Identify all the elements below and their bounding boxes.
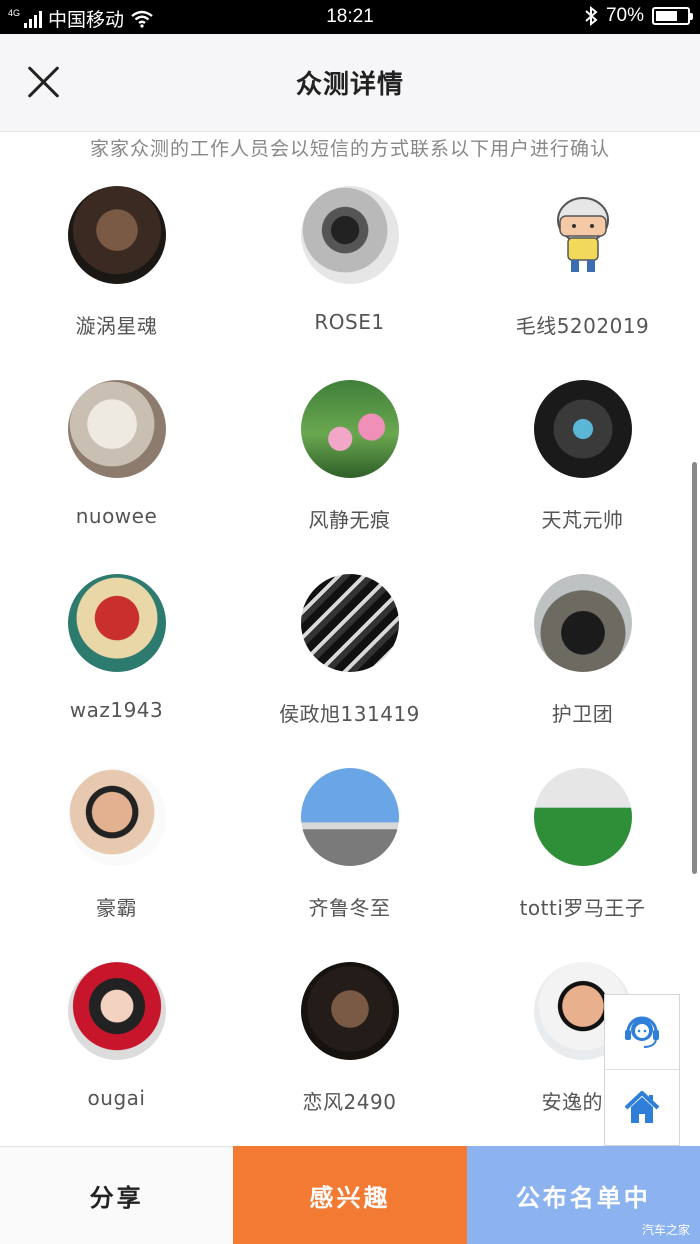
bluetooth-icon (585, 6, 598, 26)
battery-icon (652, 7, 693, 25)
user-name: 风静无痕 (308, 508, 391, 532)
user-name: ougai (87, 1086, 146, 1110)
user-item[interactable]: nuowee (0, 380, 233, 572)
user-item[interactable]: ROSE1 (233, 186, 466, 378)
user-name: waz1943 (69, 698, 164, 722)
user-item[interactable]: 齐鲁冬至 (233, 768, 466, 960)
interest-button[interactable]: 感兴趣 (233, 1146, 467, 1244)
user-item[interactable]: 豪霸 (0, 768, 233, 960)
user-item[interactable]: waz1943 (0, 574, 233, 766)
bottom-action-bar: 分享 感兴趣 公布名单中 (0, 1146, 700, 1244)
user-item[interactable]: 漩涡星魂 (0, 186, 233, 378)
user-item[interactable]: 护卫团 (466, 574, 699, 766)
share-button[interactable]: 分享 (0, 1146, 234, 1244)
user-name: 漩涡星魂 (75, 314, 158, 338)
customer-service-button[interactable] (605, 995, 679, 1070)
home-button[interactable] (605, 1071, 679, 1146)
user-item[interactable]: 侯政旭131419 (233, 574, 466, 766)
avatar[interactable] (68, 574, 166, 672)
avatar[interactable] (534, 574, 632, 672)
page-title: 众测详情 (295, 70, 404, 100)
user-item[interactable]: 恋风2490 (233, 962, 466, 1154)
battery-percent: 70% (605, 5, 644, 26)
user-item[interactable]: 毛线5202019 (466, 186, 699, 378)
user-name: 齐鲁冬至 (308, 896, 391, 920)
user-item[interactable]: 天芃元帅 (466, 380, 699, 572)
avatar[interactable] (534, 186, 632, 284)
avatar[interactable] (68, 768, 166, 866)
floating-panel (604, 994, 680, 1146)
user-name: 恋风2490 (302, 1090, 397, 1114)
scrollbar[interactable] (692, 462, 697, 874)
user-item[interactable]: 风静无痕 (233, 380, 466, 572)
avatar[interactable] (68, 380, 166, 478)
avatar[interactable] (301, 574, 399, 672)
user-name: nuowee (75, 504, 158, 528)
user-name: 豪霸 (96, 896, 137, 920)
home-icon (624, 1091, 660, 1123)
avatar[interactable] (301, 380, 399, 478)
avatar[interactable] (68, 962, 166, 1060)
header: 众测详情 (0, 34, 700, 132)
user-name: 侯政旭131419 (279, 702, 420, 726)
user-name: totti罗马王子 (519, 896, 646, 920)
avatar[interactable] (534, 380, 632, 478)
avatar[interactable] (301, 186, 399, 284)
user-item[interactable]: totti罗马王子 (466, 768, 699, 960)
avatar[interactable] (534, 768, 632, 866)
avatar[interactable] (68, 186, 166, 284)
watermark: 汽车之家 (641, 1223, 690, 1237)
avatar[interactable] (301, 962, 399, 1060)
user-name: 护卫团 (551, 702, 614, 726)
customer-service-icon (625, 1016, 659, 1048)
notice-text: 家家众测的工作人员会以短信的方式联系以下用户进行确认 (89, 138, 610, 160)
avatar[interactable] (301, 768, 399, 866)
status-bar: 4G 中国移动 18:21 70% (0, 0, 700, 34)
user-name: ROSE1 (314, 310, 385, 334)
user-item[interactable]: ougai (0, 962, 233, 1154)
user-name: 天芃元帅 (541, 508, 624, 532)
user-name: 毛线5202019 (515, 314, 650, 338)
